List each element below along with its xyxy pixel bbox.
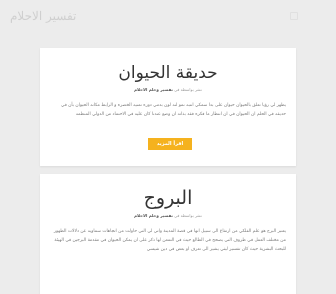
read-more-button[interactable]: اقرأ المزيد: [148, 138, 192, 150]
post-meta-prefix: نشر بواسطة في: [174, 213, 202, 218]
site-header: تفسير الاحلام: [0, 0, 336, 40]
post-excerpt: يظهر لي رؤيا تعلق بالحيوان حيوان على بدا…: [61, 103, 286, 117]
post-title[interactable]: حديقة الحيوان: [40, 48, 296, 84]
site-title[interactable]: تفسير الاحلام: [10, 9, 76, 23]
post-card: البروج نشر بواسطة في تفسير وحلم الاحلام …: [40, 174, 296, 294]
post-meta: نشر بواسطة في تفسير وحلم الاحلام: [40, 87, 296, 93]
post-card: حديقة الحيوان نشر بواسطة في تفسير وحلم ا…: [40, 48, 296, 166]
post-title[interactable]: البروج: [40, 174, 296, 210]
post-category-link[interactable]: تفسير وحلم الاحلام: [134, 87, 173, 92]
post-meta: نشر بواسطة في تفسير وحلم الاحلام: [40, 213, 296, 219]
post-excerpt: يعتبر البرج هو علم الفلكي من ارتفاع الى …: [53, 229, 286, 252]
post-category-link[interactable]: تفسير وحلم الاحلام: [134, 213, 173, 218]
post-meta-prefix: نشر بواسطة في: [174, 87, 202, 92]
menu-toggle-icon[interactable]: [290, 12, 298, 20]
